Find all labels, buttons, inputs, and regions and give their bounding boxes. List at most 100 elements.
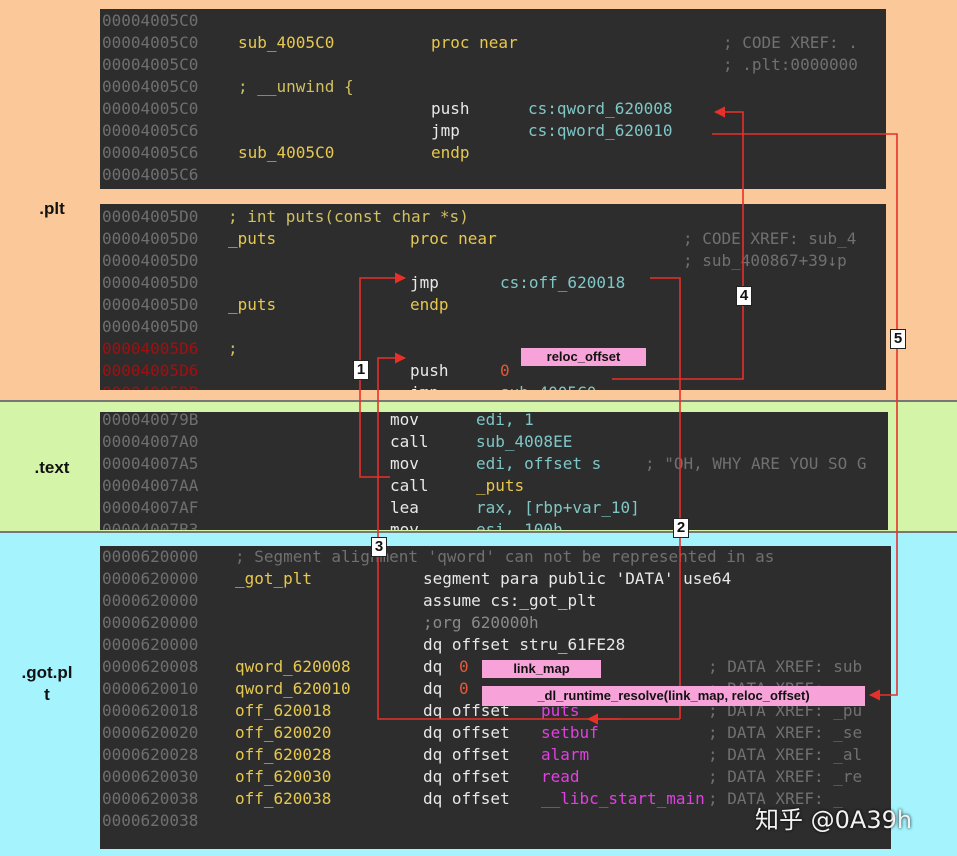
address: 0000620038	[102, 811, 199, 830]
function-name: __libc_start_main	[541, 789, 705, 808]
address: 00004005C0	[102, 11, 199, 30]
mnemonic: mov	[390, 454, 419, 473]
mnemonic: dq offset stru_61FE28	[423, 635, 626, 654]
mnemonic: dq offset	[423, 789, 510, 808]
text-listing: 000040079B mov edi, 1 00004007A0 call sub_400…	[100, 412, 888, 530]
mnemonic: push	[431, 99, 470, 118]
symbol-label: off_620030	[235, 767, 332, 786]
dl-runtime-resolve-note: _dl_runtime_resolve(link_map, reloc_offs…	[482, 686, 865, 706]
symbol-label: qword_620010	[235, 679, 351, 698]
mnemonic: dq	[423, 679, 443, 698]
operand: cs:off_620018	[500, 273, 626, 292]
link-map-note: link_map	[482, 660, 601, 678]
mnemonic: endp	[410, 295, 449, 314]
address: 0000620010	[102, 679, 199, 698]
xref-comment: ; Segment alignment 'qword' can not be r…	[235, 547, 775, 566]
comment: ;org 620000h	[423, 613, 539, 632]
section-label-gotplt: .got.pl t	[21, 663, 73, 704]
address: 00004005D0	[102, 273, 199, 292]
number: 0	[500, 361, 510, 380]
address: 00004005C6	[102, 143, 199, 162]
function-name: setbuf	[541, 723, 599, 742]
address: 00004007A5	[102, 454, 199, 473]
mnemonic: segment para public 'DATA' use64	[423, 569, 732, 588]
number: 0	[459, 657, 469, 676]
operand: edi, offset s	[476, 454, 602, 473]
address: 00004005DB	[102, 382, 198, 390]
address: 00004005C6	[102, 121, 199, 140]
address: 00004005D6	[102, 339, 199, 358]
xref-comment: ; CODE XREF: .	[723, 33, 858, 52]
address: 00004005C0	[102, 55, 199, 74]
function-name: alarm	[541, 745, 590, 764]
mnemonic: jmp	[431, 121, 460, 140]
puts-plt-listing: 00004005D0 ; int puts(const char *s) 00004…	[100, 204, 886, 390]
address: 00004007B3	[102, 520, 199, 530]
mnemonic: call	[390, 476, 429, 495]
address: 0000620000	[102, 613, 199, 632]
xref-comment: ; DATA XREF: sub	[708, 657, 863, 676]
mnemonic: dq offset	[423, 745, 510, 764]
step-marker-2: 2	[673, 518, 689, 538]
address: 00004005D0	[102, 229, 199, 248]
address: 00004005D0	[102, 207, 199, 226]
address: 0000620030	[102, 767, 199, 786]
symbol-label: sub_4005C0	[238, 143, 335, 162]
step-marker-3: 3	[371, 537, 387, 557]
symbol-label: off_620028	[235, 745, 332, 764]
number: 0	[459, 679, 469, 698]
address: 00004007A0	[102, 432, 199, 451]
address: 00004005C0	[102, 77, 199, 96]
xref-comment: ; CODE XREF: sub_4	[683, 229, 857, 248]
symbol-label: qword_620008	[235, 657, 351, 676]
operand: sub_4005C0	[500, 382, 596, 390]
mnemonic: assume cs:_got_plt	[423, 591, 597, 610]
step-marker-5: 5	[890, 329, 906, 349]
mnemonic: dq offset	[423, 723, 510, 742]
address: 00004007AF	[102, 498, 199, 517]
address: 00004005C6	[102, 165, 199, 184]
address: 0000620028	[102, 745, 199, 764]
address: 0000620000	[102, 569, 199, 588]
mnemonic: mov	[390, 412, 419, 429]
address: 00004005D6	[102, 361, 199, 380]
xref-comment: ; "OH, WHY ARE YOU SO G	[645, 454, 867, 473]
address: 0000620000	[102, 635, 199, 654]
mnemonic: push	[410, 361, 449, 380]
address: 00004005C0	[102, 99, 199, 118]
address: 0000620000	[102, 591, 199, 610]
address: 00004007AA	[102, 476, 199, 495]
section-label-plt: .plt	[39, 199, 65, 218]
address: 00004005D0	[102, 317, 199, 336]
address: 0000620038	[102, 789, 199, 808]
xref-comment: ; sub_400867+39↓p	[683, 251, 847, 270]
symbol-label: off_620038	[235, 789, 332, 808]
comment: ;	[228, 339, 238, 358]
address: 0000620000	[102, 547, 199, 566]
xref-comment: ; DATA XREF: _al	[708, 745, 863, 764]
section-label-text: .text	[34, 458, 70, 477]
reloc-offset-note: reloc_offset	[521, 348, 646, 366]
mnemonic: call	[390, 432, 429, 451]
symbol-label: off_620020	[235, 723, 332, 742]
mnemonic: jmp	[410, 382, 439, 390]
operand: sub_4008EE	[476, 432, 573, 451]
symbol-label: sub_4005C0	[238, 33, 335, 52]
address: 00004005D0	[102, 295, 199, 314]
comment: ; __unwind {	[238, 77, 354, 96]
address: 0000620008	[102, 657, 199, 676]
address: 00004005C0	[102, 33, 199, 52]
mnemonic: proc near	[410, 229, 497, 248]
address: 000040079B	[102, 412, 199, 429]
operand: cs:qword_620010	[528, 121, 673, 140]
mnemonic: dq offset	[423, 767, 510, 786]
symbol-label: off_620018	[235, 701, 332, 720]
watermark: 知乎 @0A39h	[755, 806, 913, 834]
address: 0000620018	[102, 701, 199, 720]
step-marker-1: 1	[353, 360, 369, 380]
symbol-label: _puts	[228, 295, 277, 314]
operand: rax, [rbp+var_10]	[476, 498, 640, 517]
address: 0000620020	[102, 723, 199, 742]
mnemonic: proc near	[431, 33, 518, 52]
mnemonic: jmp	[410, 273, 439, 292]
